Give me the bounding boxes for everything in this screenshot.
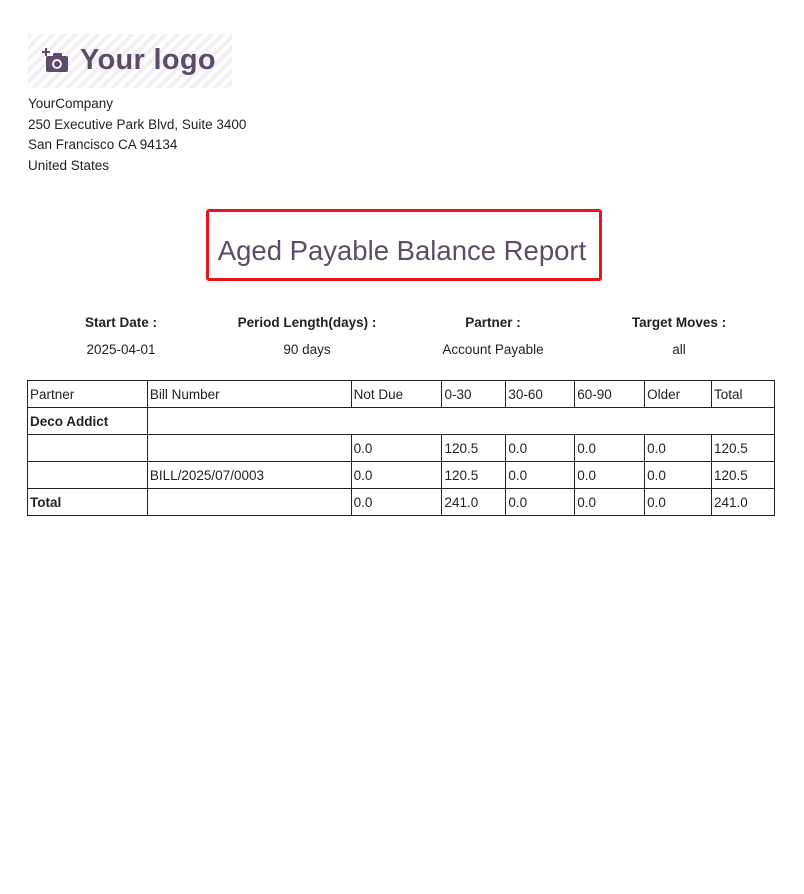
table-cell [27, 461, 148, 489]
table-cell: BILL/2025/07/0003 [146, 461, 352, 489]
table-cell: 0.0 [505, 461, 576, 489]
table-cell: 0.0 [350, 461, 443, 489]
table-cell: 0.0 [574, 488, 646, 516]
table-cell: 241.0 [441, 488, 507, 516]
table-cell: 0.0 [574, 461, 646, 489]
column-header-total: Total [711, 380, 775, 408]
filter-label: Start Date : [84, 315, 157, 330]
partner-group-spacer [146, 407, 776, 435]
company-logo: Your logo [28, 34, 232, 88]
filter-period-length: Period Length(days) : 90 days [214, 314, 400, 359]
partner-name: Deco Addict [27, 407, 148, 435]
address-line-2: San Francisco CA 94134 [28, 137, 178, 153]
filter-label: Target Moves : [631, 315, 727, 330]
table-cell [146, 488, 352, 516]
table-cell: 120.5 [711, 434, 775, 462]
company-address: YourCompany 250 Executive Park Blvd, Sui… [28, 94, 246, 177]
table-cell: 241.0 [711, 488, 775, 516]
column-header-not-due: Not Due [350, 380, 443, 408]
filter-value: Account Payable [442, 342, 544, 357]
column-header-partner: Partner [27, 380, 148, 408]
column-header-older: Older [644, 380, 713, 408]
filter-label: Period Length(days) : [237, 315, 377, 330]
table-cell: 0.0 [505, 434, 576, 462]
total-row: Total 0.0 241.0 0.0 0.0 0.0 241.0 [27, 488, 775, 516]
table-cell: 0.0 [350, 434, 443, 462]
camera-plus-icon [42, 48, 68, 72]
table-cell: 0.0 [644, 461, 713, 489]
column-header-30-60: 30-60 [505, 380, 576, 408]
report-title: Aged Payable Balance Report [217, 235, 587, 266]
logo-text: Your logo [80, 44, 216, 76]
table-cell: 120.5 [441, 434, 507, 462]
filter-value: 90 days [283, 342, 331, 357]
aged-payable-table: Partner Bill Number Not Due 0-30 30-60 6… [27, 380, 776, 516]
table-cell [146, 434, 352, 462]
table-row: 0.0 120.5 0.0 0.0 0.0 120.5 [27, 434, 775, 462]
filter-target-moves: Target Moves : all [586, 314, 772, 359]
table-cell: 0.0 [350, 488, 443, 516]
total-label: Total [27, 488, 148, 516]
table-row: BILL/2025/07/0003 0.0 120.5 0.0 0.0 0.0 … [27, 461, 775, 489]
address-line-1: 250 Executive Park Blvd, Suite 3400 [28, 116, 247, 132]
partner-group-row: Deco Addict [27, 407, 776, 435]
table-cell: 0.0 [644, 488, 713, 516]
filter-start-date: Start Date : 2025-04-01 [28, 314, 214, 359]
filter-partner: Partner : Account Payable [400, 314, 586, 359]
filter-value: 2025-04-01 [86, 342, 156, 357]
table-header-row: Partner Bill Number Not Due 0-30 30-60 6… [27, 380, 775, 408]
table-cell: 0.0 [574, 434, 646, 462]
filter-label: Partner : [465, 315, 521, 330]
column-header-0-30: 0-30 [441, 380, 507, 408]
table-cell: 120.5 [441, 461, 507, 489]
table-cell [27, 434, 148, 462]
address-country: United States [28, 158, 110, 174]
column-header-60-90: 60-90 [574, 380, 646, 408]
filter-value: all [672, 342, 686, 357]
table-cell: 0.0 [644, 434, 713, 462]
table-cell: 0.0 [505, 488, 576, 516]
company-name: YourCompany [28, 96, 114, 111]
table-cell: 120.5 [711, 461, 775, 489]
column-header-bill-number: Bill Number [146, 380, 352, 408]
